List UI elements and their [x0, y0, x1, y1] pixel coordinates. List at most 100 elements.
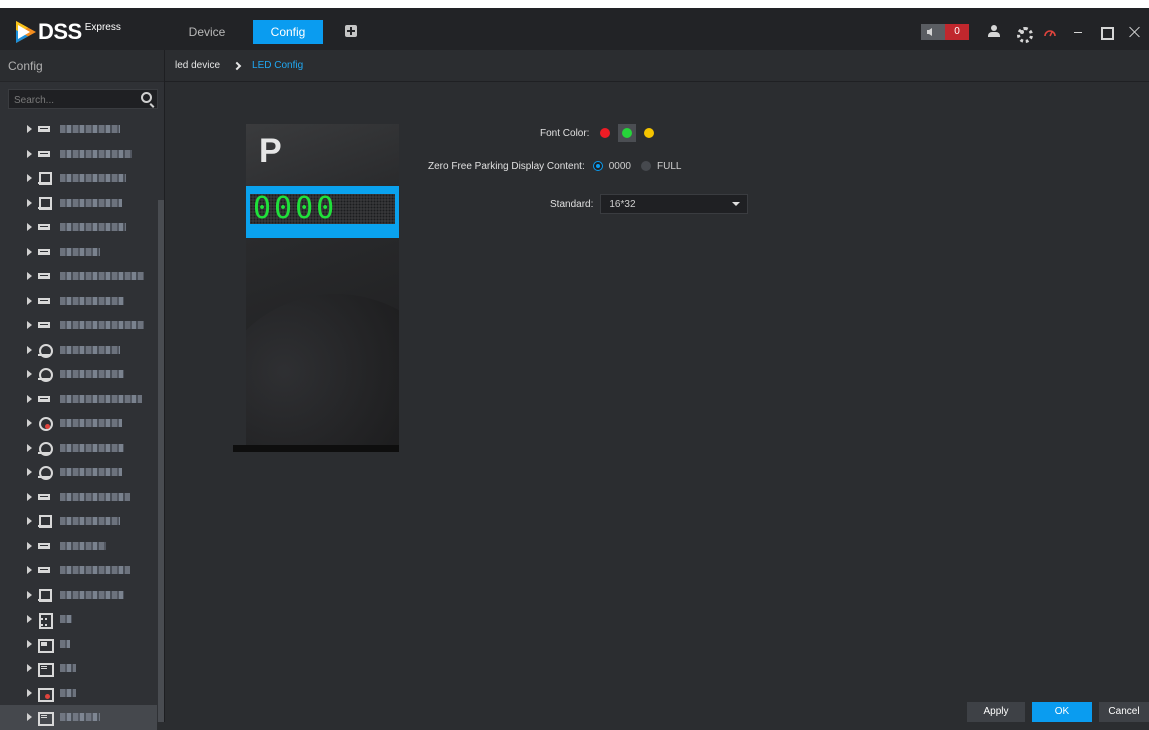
- blurred-device-name: [60, 541, 106, 550]
- tree-item[interactable]: [0, 338, 157, 363]
- expand-arrow-icon[interactable]: [27, 125, 32, 134]
- font-color-red[interactable]: [596, 124, 614, 142]
- ok-button[interactable]: OK: [1032, 702, 1092, 722]
- tab-config[interactable]: Config: [253, 20, 323, 44]
- blurred-device-name: [60, 443, 124, 452]
- apply-button[interactable]: Apply: [967, 702, 1025, 722]
- tree-item[interactable]: [0, 558, 157, 583]
- expand-arrow-icon[interactable]: [27, 419, 32, 428]
- tree-item[interactable]: [0, 534, 157, 559]
- close-icon[interactable]: [1123, 23, 1145, 41]
- tree-item[interactable]: [0, 485, 157, 510]
- standard-select[interactable]: 16*32: [600, 194, 749, 214]
- tree-item[interactable]: [0, 509, 157, 534]
- tree-item[interactable]: [0, 387, 157, 412]
- tree-item[interactable]: [0, 289, 157, 314]
- scrollbar-thumb[interactable]: [158, 200, 164, 722]
- search-input[interactable]: [9, 91, 133, 110]
- tree-item[interactable]: [0, 191, 157, 216]
- expand-arrow-icon[interactable]: [27, 272, 32, 281]
- user-icon[interactable]: [983, 23, 1005, 41]
- expand-arrow-icon[interactable]: [27, 492, 32, 501]
- expand-arrow-icon[interactable]: [27, 223, 32, 232]
- radio-0000-label[interactable]: 0000: [609, 161, 631, 172]
- tree-item[interactable]: [0, 411, 157, 436]
- font-color-green[interactable]: [618, 124, 637, 142]
- expand-arrow-icon[interactable]: [27, 443, 32, 452]
- blurred-device-name: [60, 321, 144, 330]
- expand-arrow-icon[interactable]: [27, 394, 32, 403]
- tab-device[interactable]: Device: [170, 20, 244, 44]
- green-dot-icon: [622, 128, 633, 138]
- breadcrumb-current: LED Config: [252, 60, 304, 71]
- tree-item[interactable]: [0, 607, 157, 632]
- tree-item[interactable]: [0, 240, 157, 265]
- tree-item[interactable]: [0, 632, 157, 657]
- tree-item[interactable]: [0, 705, 157, 730]
- tree-item[interactable]: [0, 313, 157, 338]
- expand-arrow-icon[interactable]: [27, 639, 32, 648]
- blurred-device-name: [60, 664, 76, 673]
- tree-item[interactable]: [0, 681, 157, 706]
- parking-pole-icon: [38, 172, 52, 186]
- gear-icon[interactable]: [1011, 23, 1033, 43]
- alarm-count-badge[interactable]: 0: [945, 24, 969, 40]
- expand-arrow-icon[interactable]: [27, 566, 32, 575]
- expand-arrow-icon[interactable]: [27, 590, 32, 599]
- tree-item[interactable]: [0, 460, 157, 485]
- tree-item[interactable]: [0, 215, 157, 240]
- cancel-button[interactable]: Cancel: [1099, 702, 1149, 722]
- camera-offline-icon: [38, 417, 53, 432]
- tree-item[interactable]: [0, 656, 157, 681]
- blurred-device-name: [60, 468, 122, 477]
- font-color-yellow[interactable]: [640, 124, 658, 142]
- standard-value: 16*32: [609, 198, 636, 210]
- led-device-icon: [38, 540, 50, 552]
- led-box-icon: [38, 711, 54, 727]
- blurred-device-name: [60, 296, 124, 305]
- camera-icon: [38, 466, 53, 481]
- expand-arrow-icon[interactable]: [27, 517, 32, 526]
- breadcrumb-root[interactable]: led device: [175, 60, 220, 71]
- add-tab-icon[interactable]: [345, 25, 357, 37]
- performance-icon[interactable]: [1039, 23, 1061, 41]
- expand-arrow-icon[interactable]: [27, 247, 32, 256]
- tree-item[interactable]: [0, 142, 157, 167]
- expand-arrow-icon[interactable]: [27, 370, 32, 379]
- led-box-icon: [38, 662, 54, 678]
- minimize-icon[interactable]: [1067, 23, 1089, 41]
- search-icon[interactable]: [141, 92, 152, 103]
- tree-item[interactable]: [0, 436, 157, 461]
- expand-arrow-icon[interactable]: [27, 468, 32, 477]
- tree-item[interactable]: [0, 362, 157, 387]
- led-box-offline-icon: [38, 687, 54, 702]
- expand-arrow-icon[interactable]: [27, 688, 32, 697]
- led-device-icon: [38, 270, 50, 282]
- expand-arrow-icon[interactable]: [27, 713, 32, 722]
- tree-item[interactable]: [0, 264, 157, 289]
- radio-full-label[interactable]: FULL: [657, 161, 681, 172]
- expand-arrow-icon[interactable]: [27, 321, 32, 330]
- tree-item[interactable]: [0, 166, 157, 191]
- expand-arrow-icon[interactable]: [27, 174, 32, 183]
- zero-free-label: Zero Free Parking Display Content:: [428, 160, 585, 172]
- sound-icon[interactable]: [921, 24, 945, 40]
- expand-arrow-icon[interactable]: [27, 296, 32, 305]
- tree-item[interactable]: [0, 117, 157, 142]
- expand-arrow-icon[interactable]: [27, 615, 32, 624]
- radio-full[interactable]: [640, 161, 651, 171]
- blurred-device-name: [60, 198, 122, 207]
- expand-arrow-icon[interactable]: [27, 149, 32, 158]
- blurred-device-name: [60, 394, 142, 403]
- expand-arrow-icon[interactable]: [27, 345, 32, 354]
- expand-arrow-icon[interactable]: [27, 541, 32, 550]
- tree-item[interactable]: [0, 583, 157, 608]
- radio-0000[interactable]: [592, 161, 603, 171]
- chevron-down-icon[interactable]: [732, 202, 741, 206]
- expand-arrow-icon[interactable]: [27, 664, 32, 673]
- blurred-device-name: [60, 345, 120, 354]
- search-box: [8, 89, 158, 110]
- expand-arrow-icon[interactable]: [27, 198, 32, 207]
- maximize-icon[interactable]: [1095, 23, 1117, 41]
- sidebar-scrollbar[interactable]: [158, 200, 164, 722]
